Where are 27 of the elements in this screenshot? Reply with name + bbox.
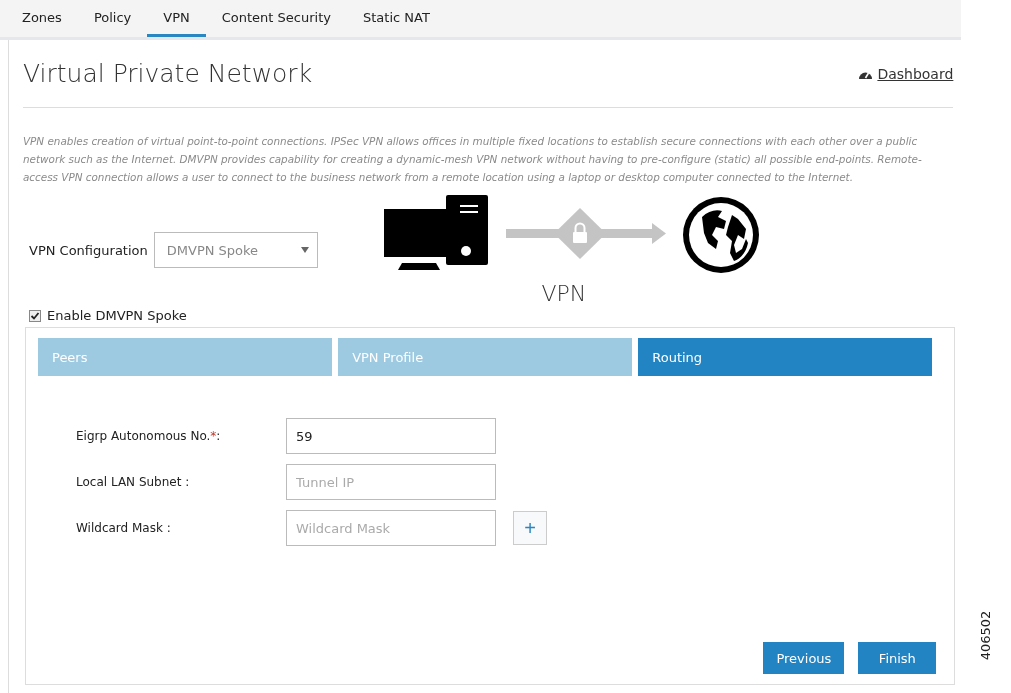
caret-icon [300, 247, 309, 253]
nav-tab[interactable]: Static NAT [346, 0, 446, 37]
input-field[interactable]: Tunnel IP [286, 464, 496, 500]
previous-button[interactable]: Previous [763, 642, 845, 674]
field-label: Wildcard Mask : [76, 521, 172, 535]
input-field[interactable]: 59 [286, 418, 496, 454]
desktop-computer-icon [383, 194, 488, 270]
field-label: Eigrp Autonomous No.*: [76, 429, 222, 443]
diagram-label: VPN [541, 280, 587, 306]
checkbox-label: Enable DMVPN Spoke [47, 308, 187, 323]
globe-icon [682, 196, 759, 273]
wizard-step-tab[interactable]: Routing [638, 338, 933, 376]
page-title: Virtual Private Network [23, 59, 313, 88]
field-label: VPN Configuration [29, 242, 148, 258]
finish-button[interactable]: Finish [858, 642, 937, 674]
vpn-configuration-dropdown[interactable]: DMVPN Spoke [153, 232, 318, 268]
dashboard-link[interactable]: Dashboard [858, 65, 954, 82]
checkbox[interactable] [29, 309, 41, 322]
input-field[interactable]: Wildcard Mask [286, 510, 496, 546]
nav-tab[interactable]: Policy [77, 0, 148, 37]
nav-tab[interactable]: Content Security [205, 0, 347, 37]
nav-tab[interactable]: Zones [6, 0, 78, 37]
add-button[interactable]: + [513, 511, 547, 545]
figure-id: 406502 [978, 610, 994, 661]
nav-tab[interactable]: VPN [147, 0, 206, 37]
description-text: VPN enables creation of virtual point-to-point connections. IPSec VPN allows offices in multiple fixed locations to establish secure connections with each other over a public network such as the Internet. DMVPN provides capability for creating a dynamic-mesh VPN network without having to pre-configure (static) all possible end-points. Remote-access VPN connection allows a user to connect to the business network from a remote location using a laptop or desktop computer connected to the Internet. [23, 134, 923, 185]
field-label: Local LAN Subnet : [76, 475, 191, 489]
